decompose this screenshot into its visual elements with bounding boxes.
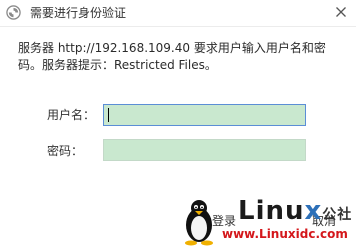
password-field[interactable] bbox=[103, 139, 306, 161]
close-button[interactable] bbox=[332, 3, 350, 21]
close-icon bbox=[336, 7, 346, 17]
password-label: 密码： bbox=[47, 144, 84, 158]
username-field[interactable] bbox=[103, 104, 306, 126]
watermark-logo: Linux公社 bbox=[238, 196, 353, 226]
app-swirl-icon bbox=[6, 5, 21, 20]
username-label: 用户名： bbox=[47, 108, 96, 122]
watermark-url: www.Linuxidc.com bbox=[222, 227, 348, 241]
auth-dialog: 需要进行身份验证 服务器 http://192.168.109.40 要求用户输… bbox=[0, 0, 356, 249]
tux-penguin-icon bbox=[185, 200, 213, 246]
auth-message: 服务器 http://192.168.109.40 要求用户输入用户名和密码。服… bbox=[18, 41, 326, 72]
window-title: 需要进行身份验证 bbox=[30, 6, 127, 20]
linuxidc-watermark: Linux公社 www.Linuxidc.com bbox=[178, 196, 356, 249]
title-bar: 需要进行身份验证 bbox=[0, 0, 356, 27]
text-caret bbox=[108, 108, 109, 122]
